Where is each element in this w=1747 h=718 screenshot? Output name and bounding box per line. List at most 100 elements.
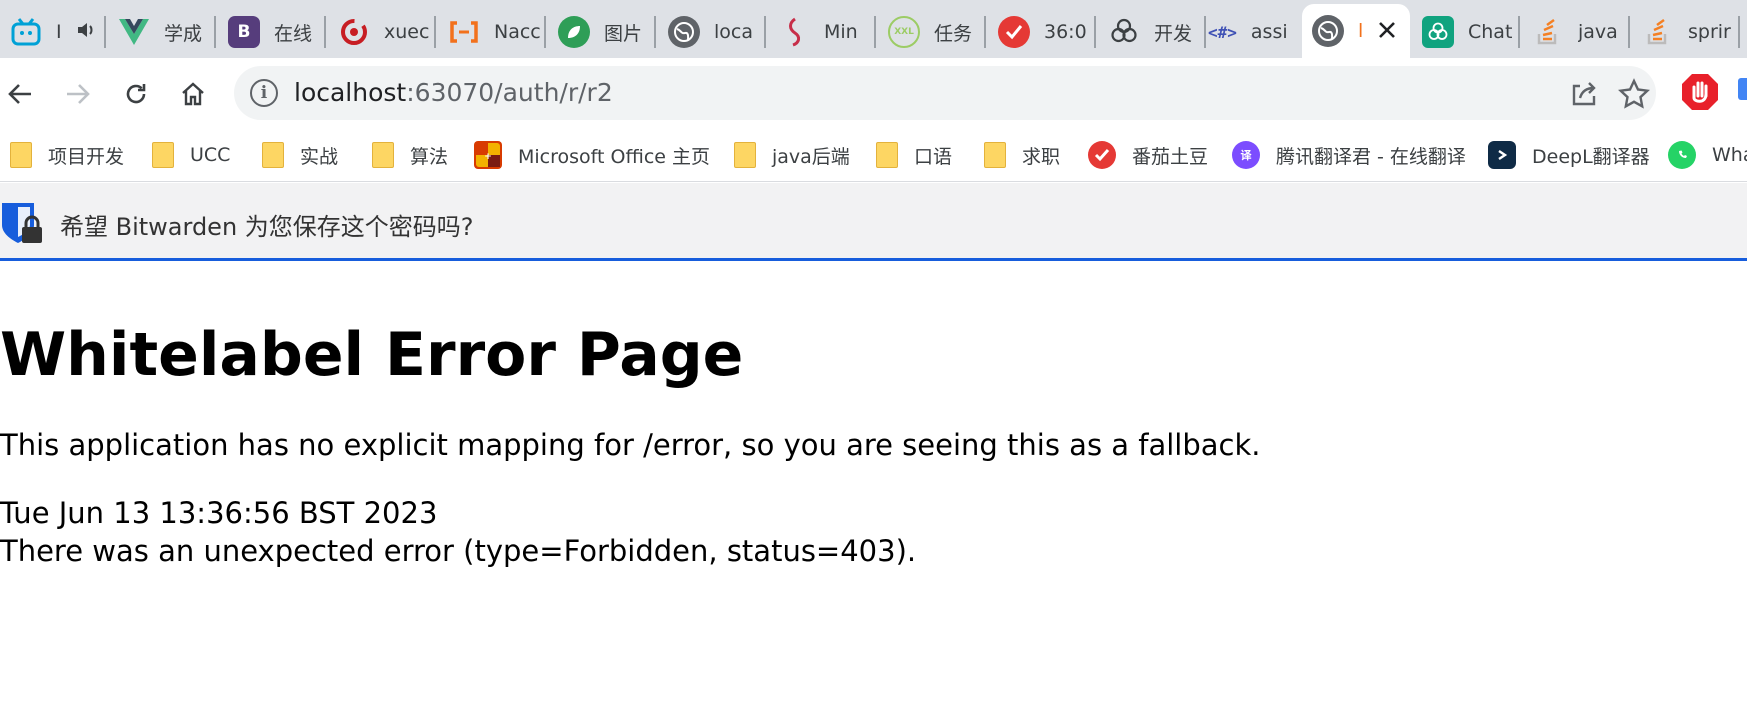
nacos-icon [448, 16, 480, 48]
speaker-icon[interactable] [76, 20, 96, 45]
tab-localhost[interactable]: loca [658, 6, 766, 58]
bookmark-label: DeepL翻译器 [1532, 145, 1650, 168]
check-icon [1088, 141, 1116, 169]
tab-active-error-page[interactable]: l [1302, 4, 1410, 58]
gitee-icon [338, 16, 370, 48]
tab-timer[interactable]: 36:0 [988, 6, 1096, 58]
tab-title: Chat [1468, 21, 1513, 43]
tab-bilibili[interactable]: I [0, 6, 106, 58]
back-arrow-icon [8, 84, 31, 104]
folder-icon [876, 142, 898, 168]
minio-icon [778, 16, 810, 48]
forward-arrow-icon [67, 84, 90, 104]
bookmark-label: Microsoft Office 主页 [518, 145, 711, 168]
folder-icon [372, 142, 394, 168]
bookmark-label: 实战 [300, 145, 339, 168]
folder-icon [10, 142, 32, 168]
bitwarden-prompt-text: 希望 Bitwarden 为您保存这个密码吗? [60, 213, 474, 241]
site-info-icon[interactable]: i [250, 79, 278, 107]
bookmark-folder[interactable]: UCC [152, 138, 230, 172]
bookmark-label: 腾讯翻译君 - 在线翻译 [1276, 145, 1466, 168]
error-timestamp: Tue Jun 13 13:36:56 BST 2023 [0, 496, 438, 530]
leaf-icon [558, 16, 590, 48]
tab-title: java [1578, 21, 1618, 43]
page-title: Whitelabel Error Page [0, 320, 744, 390]
tab-title: 36:0 [1044, 21, 1087, 43]
adblock-extension-icon[interactable] [1680, 72, 1720, 112]
bookmark-folder[interactable]: 项目开发 [10, 138, 124, 172]
tab-title: loca [714, 21, 753, 43]
address-bar[interactable]: i localhost:63070/auth/r/r2 [234, 66, 1656, 120]
url-text[interactable]: localhost:63070/auth/r/r2 [294, 78, 613, 107]
back-button[interactable] [0, 74, 40, 114]
tab-title: Min [824, 21, 858, 43]
tab-title: sprir [1688, 21, 1731, 43]
tab-minio[interactable]: Min [768, 6, 876, 58]
xxl-job-icon: XXL [888, 16, 920, 48]
bookmark-label: 番茄土豆 [1132, 145, 1209, 168]
tab-title: assi [1250, 21, 1288, 43]
tab-title: Nacc [494, 21, 541, 43]
forward-button[interactable] [58, 74, 98, 114]
vue-icon [118, 16, 150, 48]
folder-icon [262, 142, 284, 168]
bookmark-deepl[interactable]: DeepL翻译器 [1488, 138, 1650, 172]
tab-title: 开发 [1154, 22, 1193, 45]
error-message: This application has no explicit mapping… [0, 428, 1261, 462]
tab-stackoverflow-java[interactable]: java [1522, 6, 1630, 58]
bookmark-office[interactable]: + Microsoft Office 主页 [474, 138, 710, 172]
bilibili-icon [10, 16, 42, 48]
tab-title: 学成 [164, 22, 203, 45]
tab-dev[interactable]: 开发 [1098, 6, 1206, 58]
browser-toolbar: i localhost:63070/auth/r/r2 [0, 58, 1747, 128]
bookmark-folder[interactable]: 求职 [984, 138, 1060, 172]
bookmark-label: 算法 [410, 145, 449, 168]
tab-vue[interactable]: 学成 [108, 6, 216, 58]
extension-icon[interactable] [1738, 78, 1747, 100]
close-icon[interactable] [1378, 16, 1396, 46]
bookmark-label: 口语 [914, 145, 953, 168]
folder-icon [734, 142, 756, 168]
tab-chatgpt[interactable]: Chat [1412, 6, 1520, 58]
tab-strip: I 学成 B 在线 xuec Nacc 图片 loca Min XXL 任务 3… [0, 0, 1747, 58]
tab-title: I [56, 21, 62, 43]
tab-title: l [1358, 20, 1364, 42]
deepl-icon [1488, 141, 1516, 169]
url-host: localhost [294, 78, 407, 107]
bookmark-label: java后端 [772, 145, 850, 168]
bookmark-folder[interactable]: 口语 [876, 138, 952, 172]
share-icon[interactable] [1568, 78, 1600, 110]
globe-icon [668, 16, 700, 48]
bitwarden-notification-bar: 希望 Bitwarden 为您保存这个密码吗? [0, 183, 1747, 261]
tab-images[interactable]: 图片 [548, 6, 656, 58]
bookmark-star-icon[interactable] [1618, 78, 1650, 110]
tab-gitee[interactable]: xuec [328, 6, 436, 58]
bookmark-tencent-translate[interactable]: 译 腾讯翻译君 - 在线翻译 [1232, 138, 1466, 172]
bookmark-folder[interactable]: 实战 [262, 138, 338, 172]
reload-button[interactable] [116, 74, 156, 114]
stackoverflow-icon [1642, 16, 1674, 48]
reload-icon [126, 84, 146, 104]
bookmark-folder[interactable]: 算法 [372, 138, 448, 172]
globe-icon [1312, 15, 1344, 47]
home-button[interactable] [173, 74, 213, 114]
bootstrap-icon: B [228, 16, 260, 48]
bookmark-whatsapp[interactable]: Wha [1668, 138, 1747, 172]
office-icon: + [474, 141, 502, 169]
bookmark-tomato[interactable]: 番茄土豆 [1088, 138, 1208, 172]
openai-icon [1422, 16, 1454, 48]
folder-icon [984, 142, 1006, 168]
translate-icon: 译 [1232, 141, 1260, 169]
tab-bootstrap[interactable]: B 在线 [218, 6, 326, 58]
folder-icon [152, 142, 174, 168]
tab-title: xuec [384, 21, 430, 43]
whatsapp-icon [1668, 141, 1696, 169]
bookmark-folder[interactable]: java后端 [734, 138, 850, 172]
code-icon: <#> [1208, 22, 1237, 42]
tab-xxl-job[interactable]: XXL 任务 [878, 6, 986, 58]
error-detail: There was an unexpected error (type=Forb… [0, 534, 917, 568]
bookmark-label: UCC [190, 144, 231, 166]
tab-stackoverflow-spring[interactable]: sprir [1632, 6, 1740, 58]
tab-assign[interactable]: <#> assi [1198, 6, 1306, 58]
tab-nacos[interactable]: Nacc [438, 6, 546, 58]
